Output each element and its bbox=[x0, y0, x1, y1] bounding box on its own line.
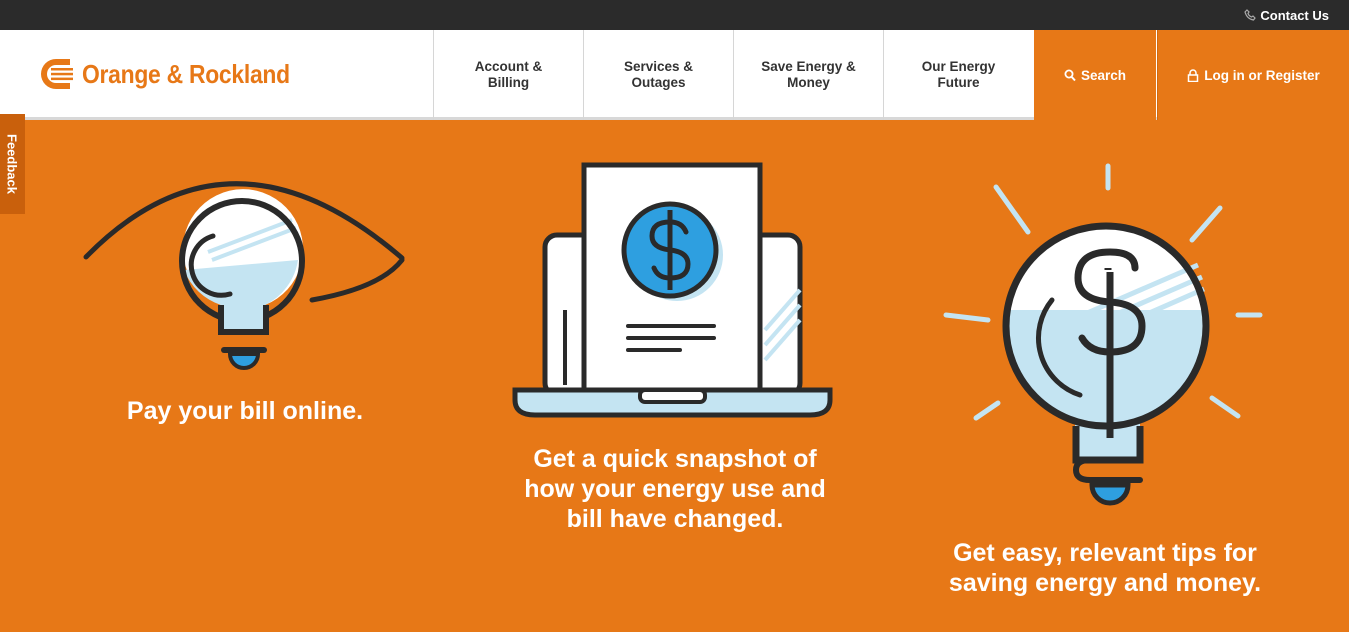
phone-icon bbox=[1244, 9, 1257, 21]
logo-text: Orange & Rockland bbox=[82, 58, 290, 89]
feature-tips-text: Get easy, relevant tips for saving energ… bbox=[948, 539, 1262, 597]
nav-item-label: Save Energy & Money bbox=[761, 59, 856, 90]
feature-snapshot-text: Get a quick snapshot of how your energy … bbox=[524, 445, 826, 533]
site-header: Orange & Rockland Account & Billing Serv… bbox=[0, 30, 1349, 120]
nav-item-account-billing[interactable]: Account & Billing bbox=[433, 30, 583, 120]
login-register-label: Log in or Register bbox=[1204, 67, 1320, 83]
search-icon bbox=[1064, 69, 1076, 81]
search-button[interactable]: Search bbox=[1034, 30, 1156, 120]
nav-item-label: Our Energy Future bbox=[921, 59, 996, 90]
logo[interactable]: Orange & Rockland bbox=[34, 56, 318, 92]
contact-us-link[interactable]: Contact Us bbox=[1244, 0, 1329, 30]
top-bar: Contact Us bbox=[0, 0, 1349, 30]
logo-mark-icon bbox=[41, 59, 73, 89]
laptop-bill-icon bbox=[512, 162, 833, 418]
eye-lightbulb-icon bbox=[83, 181, 405, 370]
main-nav: Account & Billing Services & Outages Sav… bbox=[433, 30, 1033, 120]
login-register-button[interactable]: Log in or Register bbox=[1157, 30, 1349, 120]
lock-icon bbox=[1187, 68, 1199, 82]
nav-item-label: Services & Outages bbox=[623, 59, 694, 90]
nav-item-our-energy-future[interactable]: Our Energy Future bbox=[883, 30, 1033, 120]
nav-item-save-energy-money[interactable]: Save Energy & Money bbox=[733, 30, 883, 120]
contact-us-label: Contact Us bbox=[1260, 7, 1329, 23]
feedback-tab[interactable]: Feedback bbox=[0, 114, 25, 214]
search-label: Search bbox=[1080, 67, 1127, 83]
nav-item-label: Account & Billing bbox=[474, 59, 543, 90]
feature-pay-bill-text: Pay your bill online. bbox=[126, 397, 364, 425]
nav-item-services-outages[interactable]: Services & Outages bbox=[583, 30, 733, 120]
dollar-lightbulb-icon bbox=[943, 163, 1263, 506]
feedback-label: Feedback bbox=[4, 134, 20, 194]
